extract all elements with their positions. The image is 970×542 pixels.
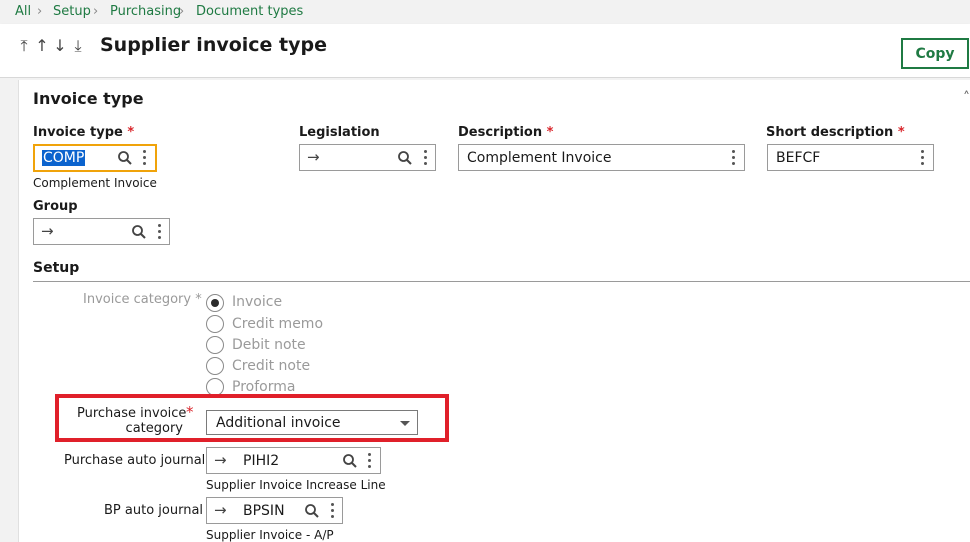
description-field[interactable]: Complement Invoice bbox=[458, 144, 745, 171]
more-options-icon[interactable] bbox=[422, 150, 428, 166]
more-options-icon[interactable] bbox=[156, 224, 162, 240]
radio-credit-note[interactable] bbox=[206, 357, 224, 375]
purchase-auto-journal-label: Purchase auto journal bbox=[64, 453, 206, 468]
radio-invoice-label: Invoice bbox=[232, 294, 283, 310]
breadcrumb-all[interactable]: All bbox=[15, 4, 31, 19]
previous-record-icon[interactable]: ↑ bbox=[35, 36, 49, 55]
more-options-icon[interactable] bbox=[141, 150, 147, 166]
description-label: Description * bbox=[458, 125, 554, 140]
invoice-type-caption: Complement Invoice bbox=[33, 176, 157, 190]
arrow-right-icon[interactable]: → bbox=[307, 148, 320, 166]
invoice-type-value[interactable]: COMP bbox=[42, 150, 86, 166]
legislation-label: Legislation bbox=[299, 125, 380, 140]
search-icon[interactable] bbox=[342, 453, 358, 469]
invoice-type-label: Invoice type * bbox=[33, 125, 135, 140]
radio-invoice[interactable] bbox=[206, 294, 224, 312]
short-description-label: Short description * bbox=[766, 125, 905, 140]
breadcrumb: All › Setup › Purchasing › Document type… bbox=[0, 0, 970, 24]
more-options-icon[interactable] bbox=[730, 150, 736, 166]
search-icon[interactable] bbox=[397, 150, 413, 166]
next-record-icon[interactable]: ↓ bbox=[53, 36, 67, 55]
invoice-category-label: Invoice category * bbox=[83, 292, 202, 307]
more-options-icon[interactable] bbox=[919, 150, 925, 166]
radio-debit-note[interactable] bbox=[206, 336, 224, 354]
purchase-invoice-category-label: Purchase invoice category bbox=[77, 406, 187, 436]
radio-proforma-label: Proforma bbox=[232, 379, 296, 395]
more-options-icon[interactable] bbox=[329, 503, 335, 519]
radio-proforma[interactable] bbox=[206, 378, 224, 396]
search-icon[interactable] bbox=[131, 224, 147, 240]
bp-auto-journal-caption: Supplier Invoice - A/P bbox=[206, 528, 334, 542]
page-header: ⤒ ↑ ↓ ⤓ Supplier invoice type Copy bbox=[0, 24, 970, 78]
chevron-right-icon: › bbox=[37, 4, 43, 19]
search-icon[interactable] bbox=[117, 150, 133, 166]
more-options-icon[interactable] bbox=[366, 453, 372, 469]
setup-title: Setup bbox=[33, 260, 80, 276]
short-description-value[interactable]: BEFCF bbox=[776, 150, 820, 166]
copy-button[interactable]: Copy bbox=[901, 38, 969, 69]
purchase-invoice-category-value: Additional invoice bbox=[216, 415, 341, 431]
chevron-down-icon[interactable] bbox=[400, 421, 410, 426]
invoice-type-field[interactable]: COMP bbox=[33, 144, 157, 172]
bp-auto-journal-value[interactable]: BPSIN bbox=[243, 503, 285, 519]
purchase-auto-journal-field[interactable]: → PIHI2 bbox=[206, 447, 381, 474]
arrow-right-icon[interactable]: → bbox=[214, 501, 227, 519]
invoice-type-card: Invoice type ˄ Invoice type * COMP Compl… bbox=[18, 80, 970, 542]
first-record-icon[interactable]: ⤒ bbox=[17, 36, 31, 56]
arrow-right-icon[interactable]: → bbox=[41, 222, 54, 240]
bp-auto-journal-label: BP auto journal bbox=[104, 503, 204, 518]
page-title: Supplier invoice type bbox=[100, 34, 328, 56]
content-area: Invoice type ˄ Invoice type * COMP Compl… bbox=[0, 78, 970, 542]
chevron-right-icon: › bbox=[179, 4, 185, 19]
breadcrumb-setup[interactable]: Setup bbox=[53, 4, 91, 19]
section-title: Invoice type bbox=[33, 89, 144, 108]
radio-credit-memo[interactable] bbox=[206, 315, 224, 333]
divider bbox=[33, 281, 970, 282]
breadcrumb-document-types[interactable]: Document types bbox=[196, 4, 303, 19]
purchase-auto-journal-value[interactable]: PIHI2 bbox=[243, 453, 279, 469]
radio-credit-note-label: Credit note bbox=[232, 358, 311, 374]
search-icon[interactable] bbox=[304, 503, 320, 519]
purchase-invoice-category-select[interactable]: Additional invoice bbox=[206, 410, 418, 435]
bp-auto-journal-field[interactable]: → BPSIN bbox=[206, 497, 343, 524]
breadcrumb-purchasing[interactable]: Purchasing bbox=[110, 4, 181, 19]
arrow-right-icon[interactable]: → bbox=[214, 451, 227, 469]
collapse-icon[interactable]: ˄ bbox=[963, 90, 970, 106]
legislation-field[interactable]: → bbox=[299, 144, 436, 171]
purchase-auto-journal-caption: Supplier Invoice Increase Line bbox=[206, 478, 386, 492]
short-description-field[interactable]: BEFCF bbox=[767, 144, 934, 171]
required-marker: * bbox=[186, 403, 194, 421]
group-field[interactable]: → bbox=[33, 218, 170, 245]
chevron-right-icon: › bbox=[93, 4, 99, 19]
description-value[interactable]: Complement Invoice bbox=[467, 150, 611, 166]
radio-credit-memo-label: Credit memo bbox=[232, 316, 324, 332]
group-label: Group bbox=[33, 199, 78, 214]
last-record-icon[interactable]: ⤓ bbox=[71, 36, 85, 56]
radio-debit-note-label: Debit note bbox=[232, 337, 306, 353]
